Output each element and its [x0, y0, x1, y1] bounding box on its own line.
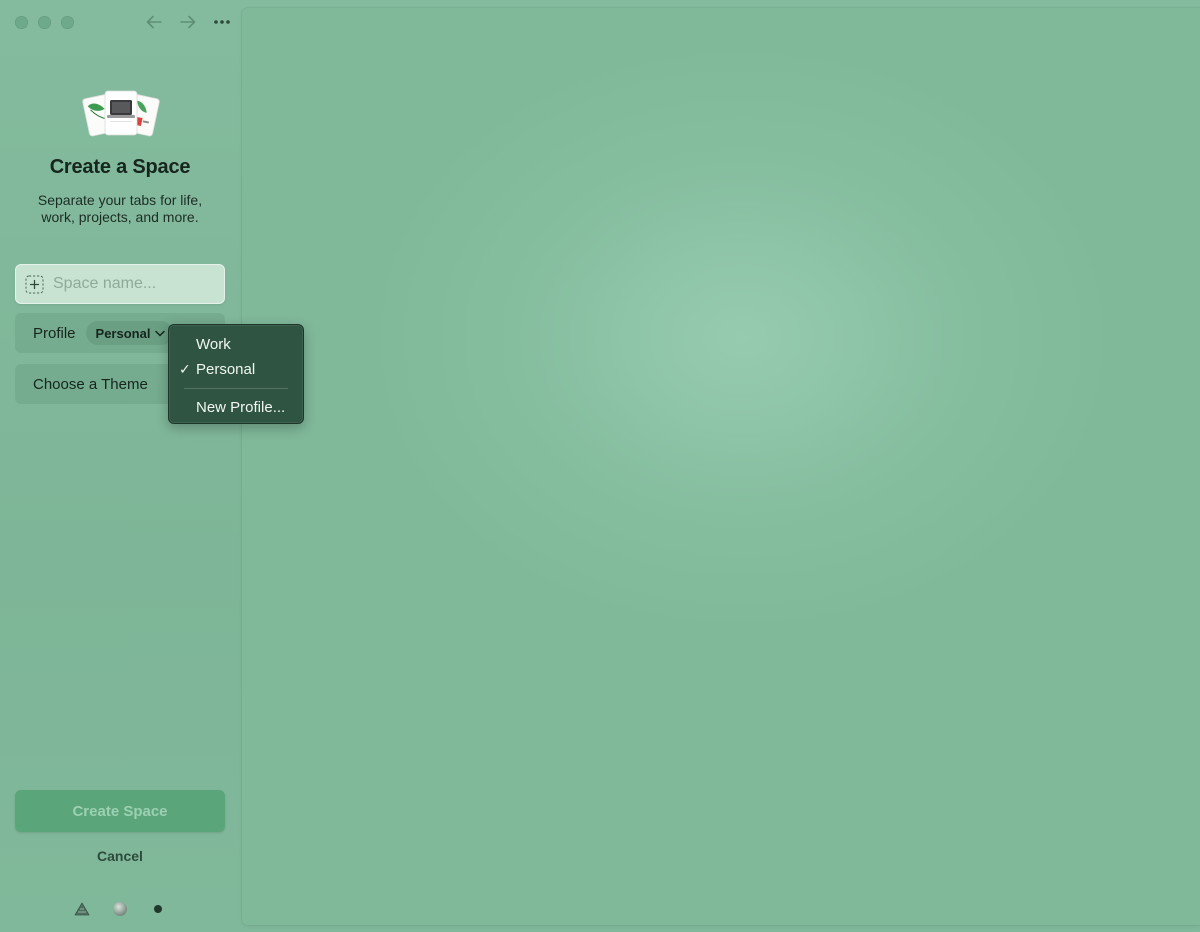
- back-button[interactable]: [142, 10, 166, 34]
- menu-item-personal[interactable]: ✓ Personal: [169, 357, 303, 382]
- triangle-icon[interactable]: [72, 899, 92, 919]
- choose-theme-label: Choose a Theme: [33, 375, 148, 393]
- create-space-button[interactable]: Create Space: [15, 790, 225, 832]
- menu-item-label: Work: [196, 336, 231, 353]
- menu-item-label: Personal: [196, 361, 256, 378]
- profile-selected-value: Personal: [95, 325, 151, 341]
- checkmark-icon: ✓: [179, 361, 191, 377]
- add-icon-button[interactable]: [25, 275, 44, 294]
- more-button[interactable]: [210, 10, 234, 34]
- web-content-area[interactable]: [242, 8, 1200, 925]
- navigation-controls: [142, 10, 234, 34]
- page-subtitle: Separate your tabs for life, work, proje…: [37, 192, 203, 225]
- zoom-window-button[interactable]: [61, 16, 74, 29]
- cancel-button[interactable]: Cancel: [0, 848, 240, 864]
- space-name-field[interactable]: [15, 264, 225, 304]
- menu-item-work[interactable]: Work: [169, 332, 303, 357]
- minimize-window-button[interactable]: [38, 16, 51, 29]
- traffic-lights: [15, 16, 74, 29]
- browser-window: Create a Space Separate your tabs for li…: [0, 0, 1200, 932]
- page-title: Create a Space: [49, 156, 191, 178]
- sidebar: Create a Space Separate your tabs for li…: [0, 0, 240, 932]
- globe-icon[interactable]: [110, 899, 130, 919]
- chevron-down-icon: [155, 330, 166, 336]
- bottom-toolbar: [72, 899, 168, 919]
- arrow-right-icon: [180, 15, 196, 29]
- profile-selector[interactable]: Personal: [85, 321, 174, 345]
- ellipsis-icon: [214, 20, 230, 24]
- menu-item-label: New Profile...: [196, 399, 286, 416]
- dashed-plus-icon: [25, 275, 44, 293]
- space-name-input[interactable]: [53, 275, 213, 293]
- dot-icon[interactable]: [148, 899, 168, 919]
- forward-button[interactable]: [176, 10, 200, 34]
- menu-separator: [184, 388, 288, 389]
- close-window-button[interactable]: [15, 16, 28, 29]
- profile-label: Profile: [33, 324, 76, 342]
- spaces-cards-icon: [82, 90, 160, 137]
- menu-item-new-profile[interactable]: New Profile...: [169, 395, 303, 420]
- arrow-left-icon: [146, 15, 162, 29]
- profile-dropdown-menu: Work ✓ Personal New Profile...: [168, 324, 304, 424]
